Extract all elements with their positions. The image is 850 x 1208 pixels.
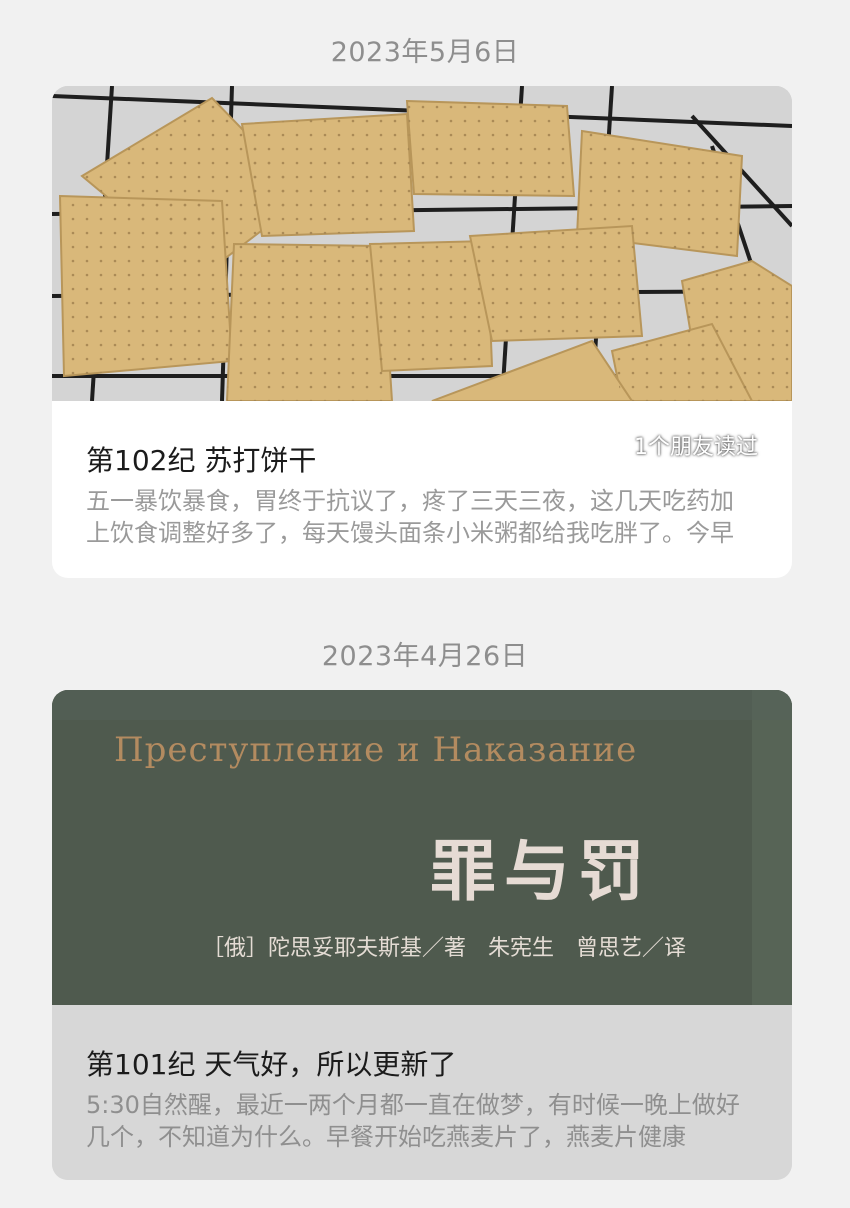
article-feed: 2023年5月6日 第102纪 苏打饼干 1个朋友读过 五一暴饮暴食，胃终于抗议…	[0, 0, 850, 1208]
article-card[interactable]: 第102纪 苏打饼干 1个朋友读过 五一暴饮暴食，胃终于抗议了，疼了三天三夜，这…	[52, 86, 792, 578]
book-authors: ［俄］陀思妥耶夫斯基／著 朱宪生 曾思艺／译	[202, 936, 687, 961]
cover-image	[52, 86, 792, 401]
friends-read-badge: 1个朋友读过	[634, 435, 758, 460]
post-date: 2023年4月26日	[321, 641, 529, 672]
article-title[interactable]: 第102纪 苏打饼干	[86, 439, 316, 479]
article-title[interactable]: 第101纪 天气好，所以更新了	[86, 1043, 456, 1083]
card-body: 第101纪 天气好，所以更新了 5:30自然醒，最近一两个月都一直在做梦，有时候…	[52, 1005, 792, 1180]
card-body: 第102纪 苏打饼干 1个朋友读过 五一暴饮暴食，胃终于抗议了，疼了三天三夜，这…	[52, 401, 792, 578]
article-excerpt: 5:30自然醒，最近一两个月都一直在做梦，有时候一晚上做好几个，不知道为什么。早…	[86, 1091, 740, 1151]
book-title-russian: Преступление и Наказание	[114, 730, 638, 770]
article-card[interactable]: Преступление и Наказание 罪与罚 ［俄］陀思妥耶夫斯基／…	[52, 690, 792, 1180]
cover-image: Преступление и Наказание 罪与罚 ［俄］陀思妥耶夫斯基／…	[52, 690, 792, 1005]
book-title-chinese: 罪与罚	[430, 832, 652, 910]
article-excerpt: 五一暴饮暴食，胃终于抗议了，疼了三天三夜，这几天吃药加上饮食调整好多了，每天馒头…	[86, 487, 734, 547]
post-date: 2023年5月6日	[330, 37, 520, 68]
